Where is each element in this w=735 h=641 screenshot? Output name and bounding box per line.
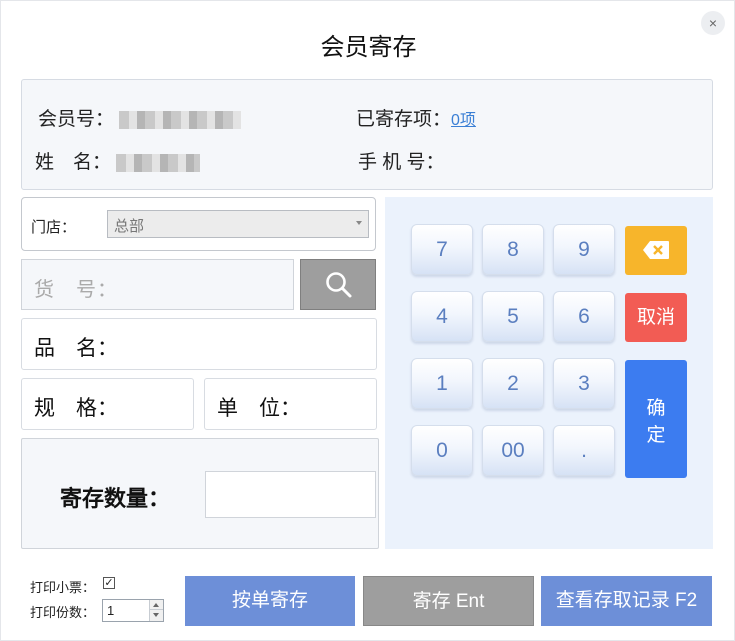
key-0[interactable]: 0 [411,425,473,476]
confirm-button[interactable]: 确 定 [625,360,687,478]
close-icon[interactable]: × [701,11,725,35]
confirm-label-line1: 确 [646,398,666,419]
key-8[interactable]: 8 [482,224,544,275]
phone-row: 手 机 号： [358,147,445,174]
member-name-redacted [116,153,201,172]
store-select[interactable]: 总部 [107,210,369,238]
key-1[interactable]: 1 [411,358,473,409]
key-2[interactable]: 2 [482,358,544,409]
cancel-button[interactable]: 取消 [625,293,687,342]
store-select-value: 总部 [114,218,145,235]
sku-input[interactable]: 货 号： [21,259,294,310]
deposit-button[interactable]: 寄存 Ent [363,576,534,626]
key-9[interactable]: 9 [553,224,615,275]
store-selector-box: 门店： 总部 [21,197,376,251]
key-6[interactable]: 6 [553,291,615,342]
chevron-down-icon [153,613,159,617]
print-copies-label: 打印份数： [30,605,96,620]
member-id-redacted [119,110,242,129]
member-id-label: 会员号： [38,109,115,130]
product-name-label: 品 名： [34,337,118,360]
dialog-title: 会员寄存 [320,34,417,61]
chevron-down-icon [356,221,362,225]
search-icon [326,272,352,298]
confirm-label-line2: 定 [646,425,666,446]
member-name-row: 姓 名： [35,147,201,174]
stepper-up-button[interactable] [150,600,163,610]
print-copies-value: 1 [107,603,115,618]
spec-label: 规 格： [34,397,118,420]
product-name-field[interactable]: 品 名： [21,318,377,370]
member-name-label: 姓 名： [35,152,112,173]
deposit-by-order-button[interactable]: 按单寄存 [185,576,355,626]
sku-label: 货 号： [34,279,118,301]
key-decimal[interactable]: . [553,425,615,476]
key-7[interactable]: 7 [411,224,473,275]
key-00[interactable]: 00 [482,425,544,476]
chevron-up-icon [153,603,159,607]
member-info-panel: 会员号： 已寄存项：0项 姓 名： 手 机 号： [21,79,713,190]
stored-items-label: 已寄存项： [356,109,452,130]
key-5[interactable]: 5 [482,291,544,342]
key-3[interactable]: 3 [553,358,615,409]
quantity-input[interactable] [205,471,376,518]
store-label: 门店： [31,219,77,236]
unit-field[interactable]: 单 位： [204,378,377,430]
view-history-button[interactable]: 查看存取记录 F2 [541,576,712,626]
member-id-row: 会员号： [38,104,242,131]
search-button[interactable] [300,259,376,310]
print-copies-stepper[interactable]: 1 [102,599,164,622]
spec-field[interactable]: 规 格： [21,378,194,430]
print-receipt-label: 打印小票： [30,580,96,595]
backspace-icon [643,241,669,259]
unit-label: 单 位： [217,397,301,420]
print-receipt-checkbox[interactable]: ✓ [103,577,115,589]
stored-items-row: 已寄存项：0项 [356,104,476,131]
stored-items-link[interactable]: 0项 [451,112,476,129]
backspace-button[interactable] [625,226,687,275]
member-deposit-dialog: 会员寄存 × 会员号： 已寄存项：0项 姓 名： 手 机 号： 门店： 总部 货… [0,0,735,641]
stepper-down-button[interactable] [150,610,163,620]
stepper-buttons [149,600,163,621]
quantity-label: 寄存数量： [60,486,171,511]
quantity-panel: 寄存数量： [21,438,379,549]
numeric-keypad: 7 8 9 4 5 6 取消 1 2 3 确 定 0 00 . [385,197,713,549]
key-4[interactable]: 4 [411,291,473,342]
phone-label: 手 机 号： [358,152,445,173]
